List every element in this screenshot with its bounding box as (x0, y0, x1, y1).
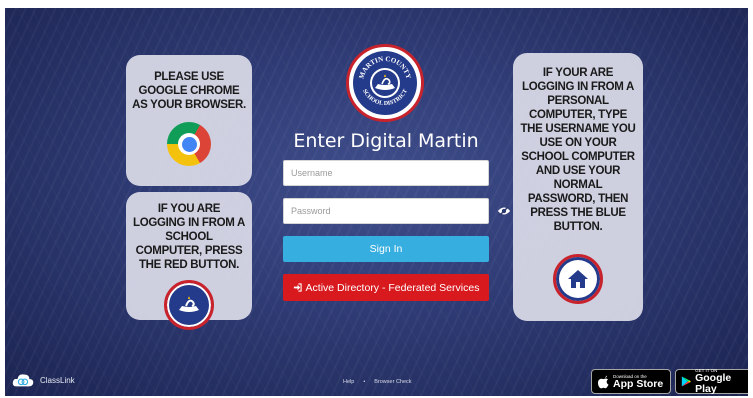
google-play-icon (681, 376, 691, 387)
district-seal-logo: MARTIN COUNTY SCHOOL DISTRICT (346, 44, 424, 122)
home-icon (553, 254, 603, 304)
app-store-label: App Store (613, 377, 664, 390)
password-input[interactable] (283, 198, 489, 224)
classlink-label: ClassLink (40, 375, 75, 385)
active-directory-button[interactable]: Active Directory - Federated Services (283, 274, 489, 301)
school-computer-text: IF YOU ARE LOGGING IN FROM A SCHOOL COMP… (132, 203, 246, 271)
login-title: Enter Digital Martin (293, 130, 479, 152)
sign-in-icon (293, 283, 302, 292)
sign-in-button[interactable]: Sign In (283, 236, 489, 262)
footer-separator: • (363, 379, 366, 385)
personal-computer-panel: IF YOUR ARE LOGGING IN FROM A PERSONAL C… (513, 53, 643, 321)
help-link[interactable]: Help (343, 379, 354, 385)
browser-check-link[interactable]: Browser Check (374, 379, 411, 385)
district-lamp-seal-icon (164, 280, 214, 330)
school-computer-panel: IF YOU ARE LOGGING IN FROM A SCHOOL COMP… (126, 192, 252, 330)
active-directory-label: Active Directory - Federated Services (305, 281, 480, 294)
app-store-badge[interactable]: Download on the App Store (591, 369, 671, 394)
show-password-eye-icon[interactable] (497, 205, 511, 217)
classlink-link[interactable]: ClassLink (12, 371, 75, 389)
personal-computer-text: IF YOUR ARE LOGGING IN FROM A PERSONAL C… (520, 67, 636, 233)
chrome-icon (167, 122, 211, 166)
chrome-notice-text: PLEASE USE GOOGLE CHROME AS YOUR BROWSER… (132, 71, 246, 111)
chrome-notice-panel: PLEASE USE GOOGLE CHROME AS YOUR BROWSER… (126, 55, 252, 186)
google-play-label: Google Play (695, 372, 732, 395)
login-background: PLEASE USE GOOGLE CHROME AS YOUR BROWSER… (5, 8, 748, 396)
apple-icon (597, 375, 609, 388)
username-input[interactable] (283, 160, 489, 186)
google-play-badge[interactable]: GET IT ON Google Play (675, 368, 748, 395)
classlink-cloud-icon (12, 374, 34, 387)
footer-links: Help • Browser Check (343, 379, 412, 385)
